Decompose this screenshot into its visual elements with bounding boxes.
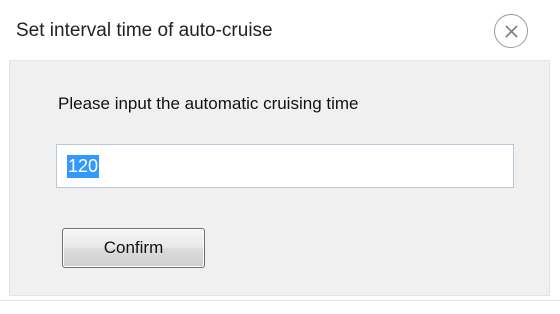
dialog-title: Set interval time of auto-cruise	[16, 20, 273, 41]
bottom-divider	[0, 300, 560, 301]
close-icon	[505, 25, 518, 38]
confirm-button-label: Confirm	[103, 238, 164, 257]
cruise-time-input[interactable]: 120	[56, 144, 514, 188]
close-button[interactable]	[494, 14, 528, 48]
bottom-strip	[0, 296, 560, 314]
confirm-button[interactable]: Confirm	[62, 228, 205, 268]
cruise-time-value[interactable]: 120	[67, 155, 100, 178]
auto-cruise-dialog: Set interval time of auto-cruise Please …	[0, 0, 560, 314]
title-bar: Set interval time of auto-cruise	[0, 0, 560, 58]
cruise-time-prompt: Please input the automatic cruising time	[58, 94, 359, 113]
